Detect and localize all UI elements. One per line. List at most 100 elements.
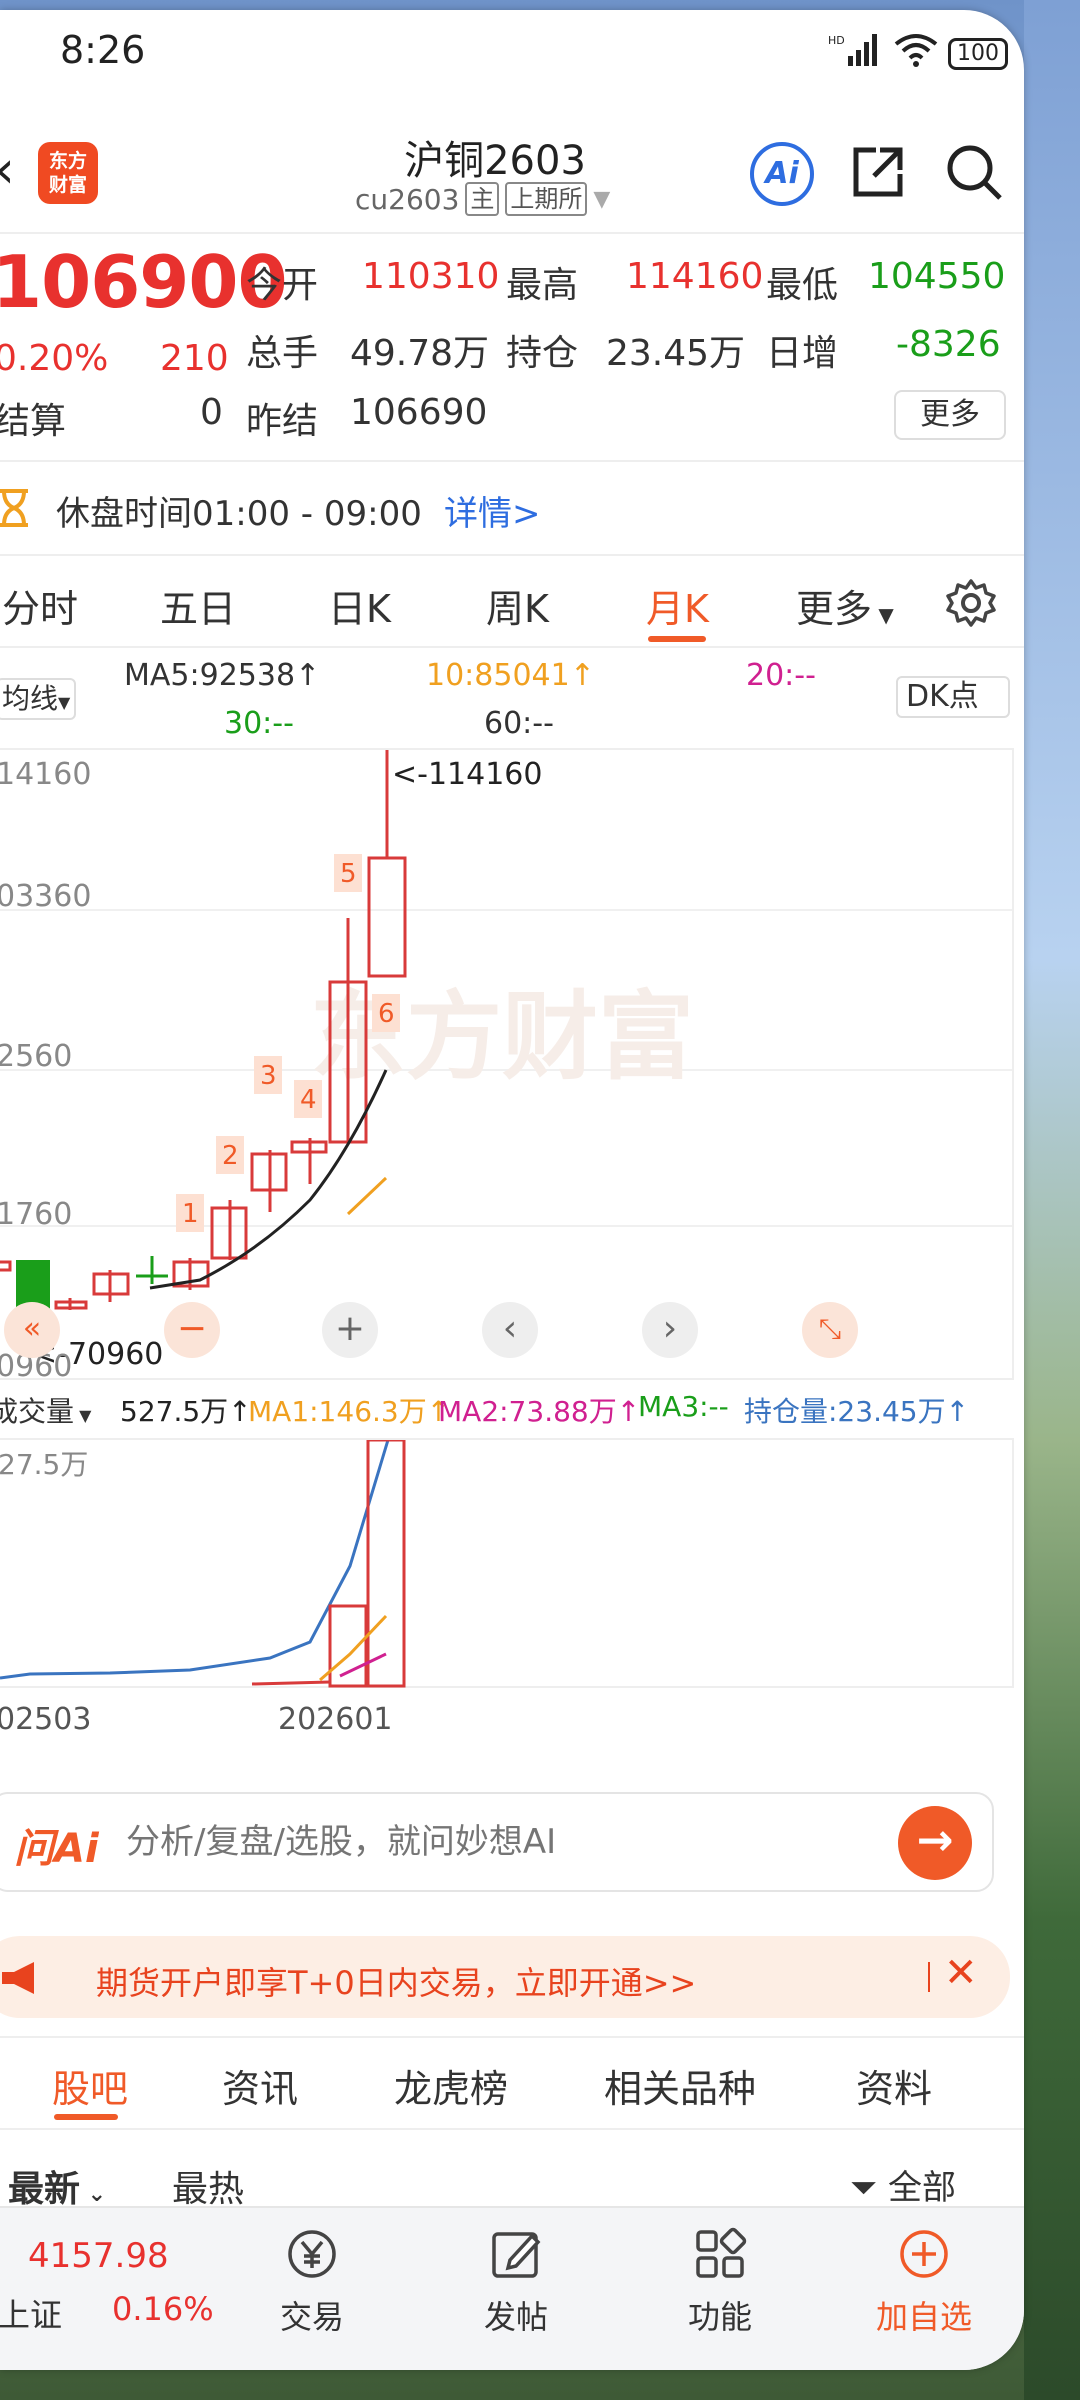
zoom-out-button[interactable]: − — [164, 1302, 220, 1358]
zoom-in-button[interactable]: + — [322, 1302, 378, 1358]
chevron-down-icon: ▼ — [593, 186, 611, 212]
indicator-select[interactable]: 均线▼ — [0, 678, 76, 720]
index-name: 上证 — [0, 2296, 63, 2334]
index-value[interactable]: 4157.98 — [28, 2236, 169, 2276]
yen-icon — [284, 2226, 340, 2282]
grid-icon — [692, 2226, 748, 2282]
nav-add-watchlist[interactable]: 加自选 — [864, 2216, 984, 2338]
ai-search-input[interactable] — [126, 1822, 866, 1862]
volume-select[interactable]: 成交量 ▼ — [0, 1390, 91, 1430]
tab-weekly-k[interactable]: 周K — [486, 578, 549, 633]
filter-label: 全部 — [888, 2168, 957, 2208]
volume-small-bars — [251, 1680, 331, 1686]
daily-inc-value: -8326 — [896, 324, 1001, 365]
ai-assistant-button[interactable]: Ai — [750, 142, 814, 206]
wifi-icon — [894, 32, 938, 75]
volume-value: 527.5万↑ — [120, 1395, 252, 1428]
ma10-label: 10:85041↑ — [426, 658, 595, 693]
prev-settle-label: 昨结 — [246, 401, 319, 442]
change-value: 210 — [160, 338, 229, 379]
candle — [367, 856, 407, 978]
tab-monthly-k[interactable]: 月K — [646, 578, 709, 633]
volume-chart[interactable]: 27.5万 — [0, 1438, 1014, 1688]
contract-subtitle[interactable]: cu2603 主 上期所 ▼ — [355, 182, 610, 216]
ma20-label: 20:-- — [746, 658, 816, 693]
battery-icon: 100 — [948, 37, 1008, 70]
tabs-bottom-divider — [0, 2128, 1024, 2130]
promo-text[interactable]: 期货开户即享T+0日内交易，立即开通>> — [96, 1958, 696, 2004]
daily-inc-label: 日增 — [766, 333, 839, 374]
notice-divider — [0, 554, 1024, 556]
edit-icon — [488, 2226, 544, 2282]
filter-icon: ⏷ — [850, 2168, 889, 2208]
kline-svg: 东方财富 1 2 3 4 5 6 <-114160 <-70960 14160 … — [0, 750, 1012, 1384]
tab-related[interactable]: 相关品种 — [604, 2058, 756, 2113]
tab-more[interactable]: 更多 ▼ — [796, 578, 894, 633]
vol-ma2: MA2:73.88万↑ — [438, 1395, 641, 1428]
last-price: 106900 — [0, 240, 288, 324]
gear-icon — [946, 579, 996, 627]
share-button[interactable] — [850, 144, 906, 200]
oi-label: 持仓 — [506, 333, 579, 374]
notice-details-link[interactable]: 详情> — [444, 486, 541, 535]
index-percent: 0.16% — [112, 2290, 214, 2328]
open-interest-label: 持仓量:23.45万↑ — [744, 1395, 970, 1428]
sort-newest[interactable]: 最新 ⌄ — [8, 2160, 106, 2212]
fullscreen-button[interactable]: ⤡ — [802, 1302, 858, 1358]
vol-ma3: MA3:-- — [638, 1390, 729, 1423]
signal-icon: HD — [828, 32, 884, 75]
volume-type-label: 成交量 — [0, 1395, 75, 1428]
scroll-right-button[interactable]: › — [642, 1302, 698, 1358]
marker-5[interactable]: 5 — [340, 859, 357, 889]
sort-hottest[interactable]: 最热 — [172, 2160, 244, 2212]
marker-6[interactable]: 6 — [378, 999, 395, 1029]
scroll-left-fast-button[interactable]: « — [4, 1302, 60, 1358]
tab-more-label: 更多 — [796, 587, 873, 631]
ma60-label: 60:-- — [484, 706, 554, 741]
tab-five-day[interactable]: 五日 — [160, 578, 236, 633]
oi-value: 23.45万 — [606, 333, 746, 374]
trading-hours-notice: 休盘时间01:00 - 09:00 — [56, 494, 422, 534]
y-tick: 2560 — [0, 1039, 72, 1074]
chart-settings-button[interactable] — [946, 578, 996, 628]
ma5-label: MA5:92538↑ — [124, 658, 321, 693]
watermark: 东方财富 — [310, 981, 694, 1093]
candle — [0, 1260, 12, 1272]
high-value: 114160 — [626, 256, 764, 297]
marker-4[interactable]: 4 — [300, 1085, 317, 1115]
nav-add-watchlist-label: 加自选 — [875, 2298, 972, 2336]
tab-profile[interactable]: 资料 — [856, 2058, 932, 2113]
nav-functions[interactable]: 功能 — [660, 2216, 780, 2338]
marker-3[interactable]: 3 — [260, 1061, 277, 1091]
ai-logo: 问Ai — [14, 1826, 99, 1872]
background-scenery — [1024, 0, 1080, 2400]
volume-bar — [328, 1604, 368, 1688]
nav-trade[interactable]: 交易 — [252, 2216, 372, 2338]
sort-newest-label: 最新 — [8, 2169, 81, 2210]
caret-down-icon: ▼ — [872, 603, 894, 627]
high-label: 最高 — [506, 265, 579, 306]
search-button[interactable] — [944, 142, 1004, 202]
tab-daily-k[interactable]: 日K — [328, 578, 391, 633]
marker-1[interactable]: 1 — [182, 1199, 199, 1229]
tab-dragon-tiger[interactable]: 龙虎榜 — [394, 2058, 508, 2113]
marker-2[interactable]: 2 — [222, 1141, 239, 1171]
quote-divider — [0, 460, 1024, 462]
kline-chart[interactable]: 东方财富 1 2 3 4 5 6 <-114160 <-70960 14160 … — [0, 748, 1014, 1384]
clock: 8:26 — [60, 28, 146, 72]
nav-post-label: 发帖 — [483, 2298, 548, 2336]
y-tick: 14160 — [0, 757, 91, 792]
tab-intraday[interactable]: 分时 — [2, 578, 78, 633]
close-icon[interactable]: ✕ — [944, 1950, 978, 1996]
tab-guba[interactable]: 股吧 — [52, 2058, 128, 2113]
ai-submit-button[interactable]: → — [898, 1806, 972, 1880]
date-label-start: 02503 — [0, 1702, 92, 1737]
nav-post[interactable]: 发帖 — [456, 2216, 576, 2338]
scroll-left-button[interactable]: ‹ — [482, 1302, 538, 1358]
promo-separator — [928, 1962, 930, 1992]
tab-news[interactable]: 资讯 — [222, 2058, 298, 2113]
filter-button[interactable]: ⏷ 全部 — [850, 2160, 956, 2209]
y-tick: 03360 — [0, 879, 91, 914]
more-quote-button[interactable]: 更多 — [894, 390, 1006, 440]
dk-point-button[interactable]: DK点 — [896, 676, 1010, 718]
